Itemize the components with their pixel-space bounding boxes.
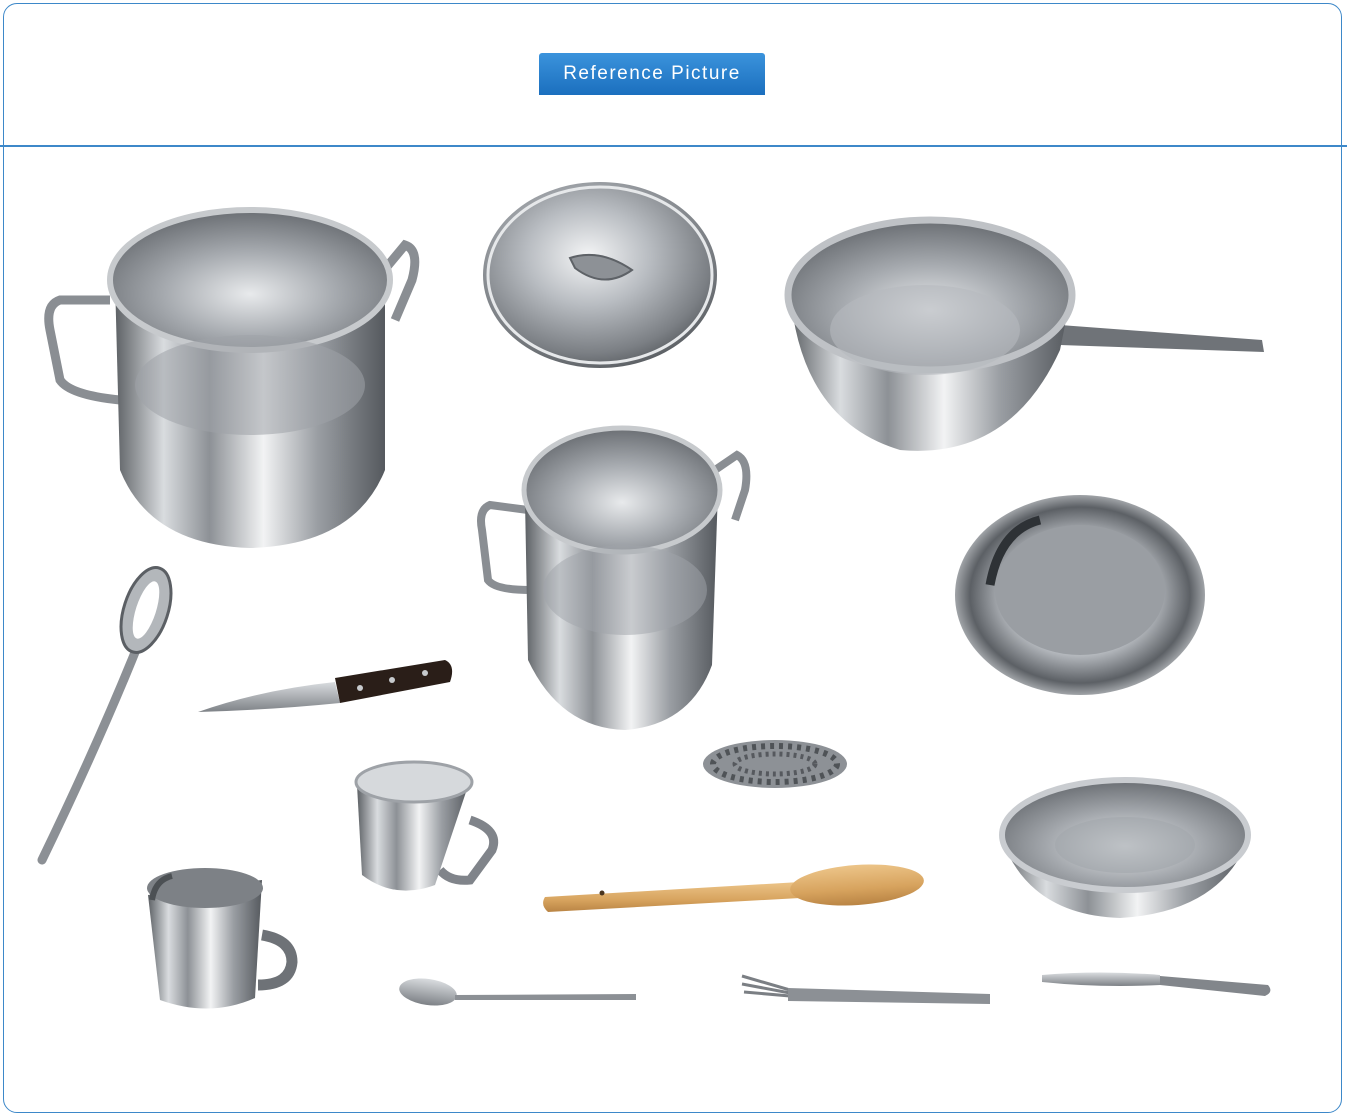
- mug: [147, 868, 298, 1009]
- slotted-serving-spoon: [37, 566, 173, 865]
- teaspoon: [399, 978, 636, 1006]
- frying-pan: [784, 216, 1264, 451]
- medium-stock-pot: [477, 425, 751, 730]
- pot-lid: [483, 182, 717, 368]
- steel-wool-scrubber: [703, 740, 847, 788]
- wooden-spoon: [543, 864, 924, 912]
- bowl: [999, 777, 1251, 918]
- small-cup: [354, 760, 499, 891]
- reference-photo: [37, 182, 1271, 1009]
- kitchen-knife: [198, 660, 453, 712]
- table-knife: [1042, 972, 1271, 996]
- large-stock-pot: [44, 207, 420, 548]
- plate: [955, 495, 1205, 695]
- fork: [741, 974, 990, 1004]
